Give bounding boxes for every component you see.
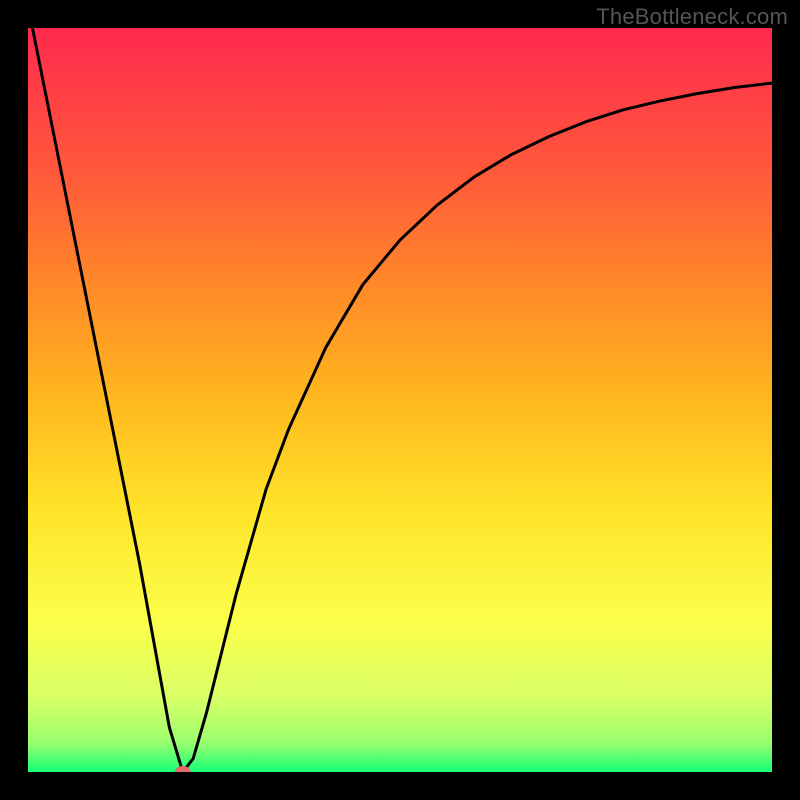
gradient-background — [28, 28, 772, 772]
plot-area — [28, 28, 772, 772]
watermark-text: TheBottleneck.com — [596, 4, 788, 30]
chart-frame: TheBottleneck.com — [0, 0, 800, 800]
chart-svg — [28, 28, 772, 772]
